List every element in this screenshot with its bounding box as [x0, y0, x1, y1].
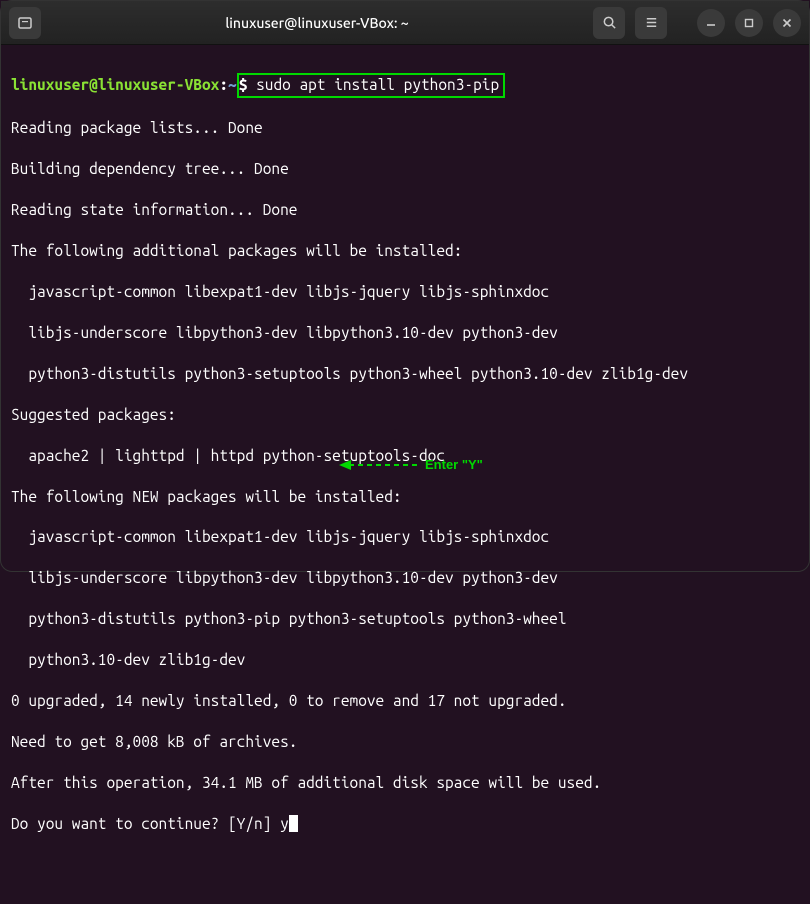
prompt-dollar: $: [239, 76, 256, 93]
titlebar-right: [593, 7, 801, 39]
output-line: libjs-underscore libpython3-dev libpytho…: [11, 568, 799, 588]
output-line: Suggested packages:: [11, 405, 799, 425]
maximize-button[interactable]: [735, 9, 763, 37]
output-line: After this operation, 34.1 MB of additio…: [11, 773, 799, 793]
titlebar: linuxuser@linuxuser-VBox: ~: [1, 1, 809, 45]
output-line: javascript-common libexpat1-dev libjs-jq…: [11, 282, 799, 302]
prompt-user-host: linuxuser@linuxuser-VBox: [11, 76, 219, 93]
titlebar-left: [9, 7, 41, 39]
output-line: python3-distutils python3-setuptools pyt…: [11, 364, 799, 384]
confirm-prompt-line: Do you want to continue? [Y/n] y: [11, 814, 799, 834]
annotation-arrow: Enter "Y": [339, 456, 483, 473]
menu-button[interactable]: [635, 7, 667, 39]
search-button[interactable]: [593, 7, 625, 39]
minimize-button[interactable]: [697, 9, 725, 37]
output-line: 0 upgraded, 14 newly installed, 0 to rem…: [11, 691, 799, 711]
output-line: python3.10-dev zlib1g-dev: [11, 650, 799, 670]
command-text: sudo apt install python3-pip: [256, 76, 499, 93]
prompt-path: ~: [228, 76, 237, 93]
window-title: linuxuser@linuxuser-VBox: ~: [47, 15, 587, 31]
prompt-colon: :: [219, 76, 228, 93]
cursor-icon: [289, 815, 298, 832]
output-line: Reading package lists... Done: [11, 118, 799, 138]
close-button[interactable]: [773, 9, 801, 37]
output-line: libjs-underscore libpython3-dev libpytho…: [11, 323, 799, 343]
output-line: The following additional packages will b…: [11, 241, 799, 261]
output-line: Building dependency tree... Done: [11, 159, 799, 179]
output-line: Reading state information... Done: [11, 200, 799, 220]
output-line: python3-distutils python3-pip python3-se…: [11, 609, 799, 629]
new-tab-button[interactable]: [9, 7, 41, 39]
confirm-text: Do you want to continue? [Y/n] y: [11, 815, 289, 832]
annotation-label: Enter "Y": [425, 456, 483, 473]
terminal-body[interactable]: linuxuser@linuxuser-VBox:~$ sudo apt ins…: [1, 45, 809, 904]
prompt-line: linuxuser@linuxuser-VBox:~$ sudo apt ins…: [11, 73, 799, 97]
arrow-icon: [339, 458, 419, 472]
output-line: The following NEW packages will be insta…: [11, 487, 799, 507]
command-highlight-box: $ sudo apt install python3-pip: [237, 73, 505, 97]
output-line: javascript-common libexpat1-dev libjs-jq…: [11, 527, 799, 547]
output-line: Need to get 8,008 kB of archives.: [11, 732, 799, 752]
